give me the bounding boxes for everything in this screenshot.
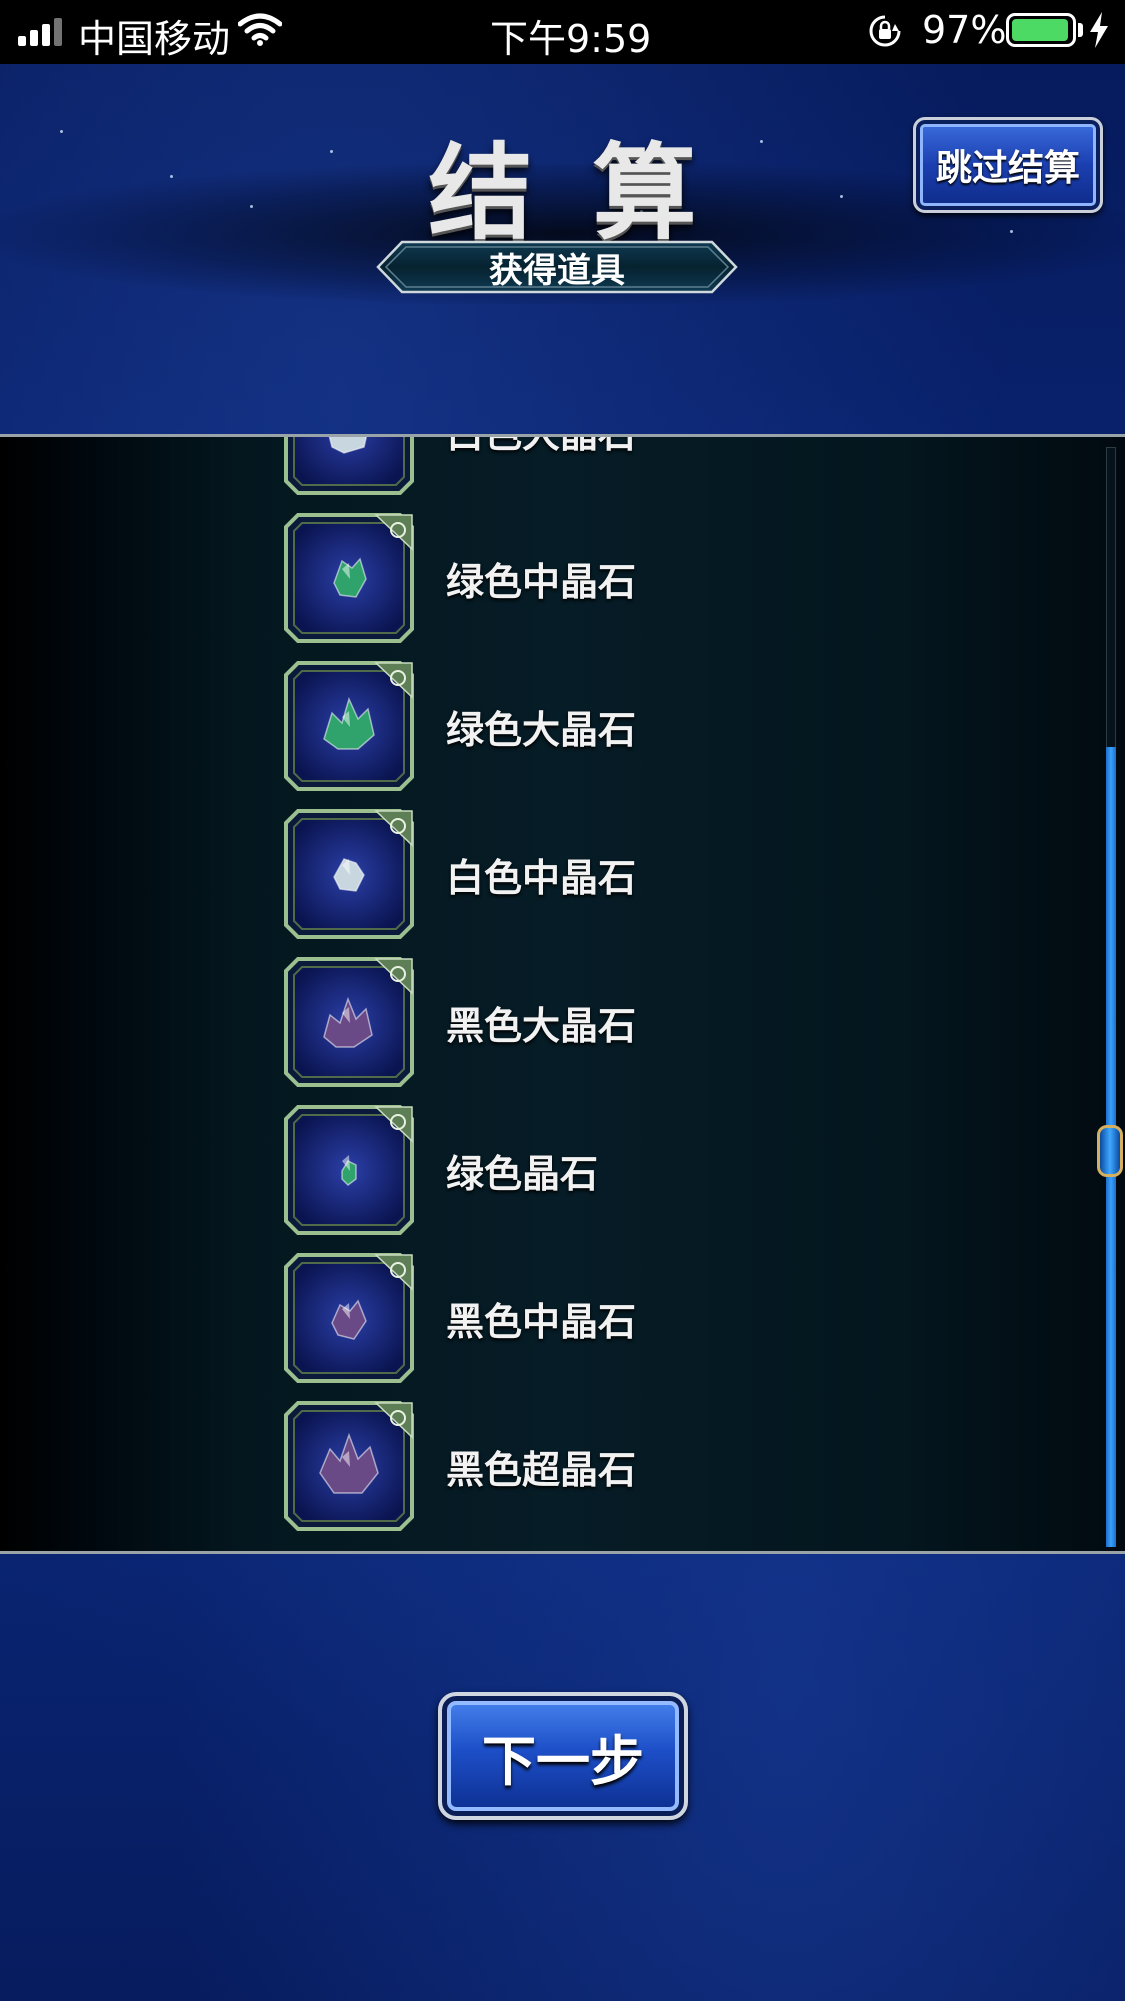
item-name: 绿色中晶石 [446,560,637,604]
clock-time: 下午9:59 [490,17,652,61]
white-crystal-large-icon [284,437,414,495]
item-row[interactable]: 绿色晶石 [284,1105,804,1235]
subtitle-obtained-items: 获得道具 [489,250,625,291]
skip-settlement-button[interactable]: 跳过结算 [913,117,1103,213]
battery-level-fill [1012,19,1069,41]
item-name: 白色中晶石 [446,856,637,900]
item-name: 绿色大晶石 [446,708,637,752]
signal-icon [18,16,66,46]
charging-icon [1090,12,1108,48]
black-crystal-super-icon [284,1401,414,1531]
carrier-name: 中国移动 [78,17,231,61]
item-row[interactable]: 黑色中晶石 [284,1253,804,1383]
item-list-panel[interactable]: 白色大晶石绿色中晶石绿色大晶石白色中晶石黑色大晶石绿色晶石黑色中晶石黑色超晶石 [0,434,1125,1554]
black-crystal-large-icon [284,957,414,1087]
item-row[interactable]: 绿色中晶石 [284,513,804,643]
wifi-icon [238,13,282,46]
scrollbar-thumb[interactable] [1097,1125,1123,1177]
black-crystal-medium-icon [284,1253,414,1383]
rotation-lock-icon [869,15,901,47]
item-row[interactable]: 黑色大晶石 [284,957,804,1087]
battery-cap [1078,23,1083,37]
green-crystal-icon [284,1105,414,1235]
item-row[interactable]: 白色中晶石 [284,809,804,939]
item-row[interactable]: 黑色超晶石 [284,1401,804,1531]
item-name: 绿色晶石 [446,1152,599,1196]
battery-percentage: 97% [922,8,1007,52]
item-name: 黑色中晶石 [446,1300,637,1344]
battle-result-screen: 中国移动 下午9:59 97% 结算 跳过结算 获得道具 白色大晶石 绿色中晶石… [0,0,1125,2001]
next-step-button[interactable]: 下一步 [438,1692,688,1820]
item-name: 白色大晶石 [446,434,637,456]
white-crystal-medium-icon [284,809,414,939]
status-bar: 中国移动 下午9:59 97% [0,0,1125,64]
item-name: 黑色超晶石 [446,1448,637,1492]
battery-icon [1006,13,1076,47]
item-name: 黑色大晶石 [446,1004,637,1048]
item-row[interactable]: 白色大晶石 [284,434,804,495]
green-crystal-medium-icon [284,513,414,643]
item-row[interactable]: 绿色大晶石 [284,661,804,791]
green-crystal-large-icon [284,661,414,791]
